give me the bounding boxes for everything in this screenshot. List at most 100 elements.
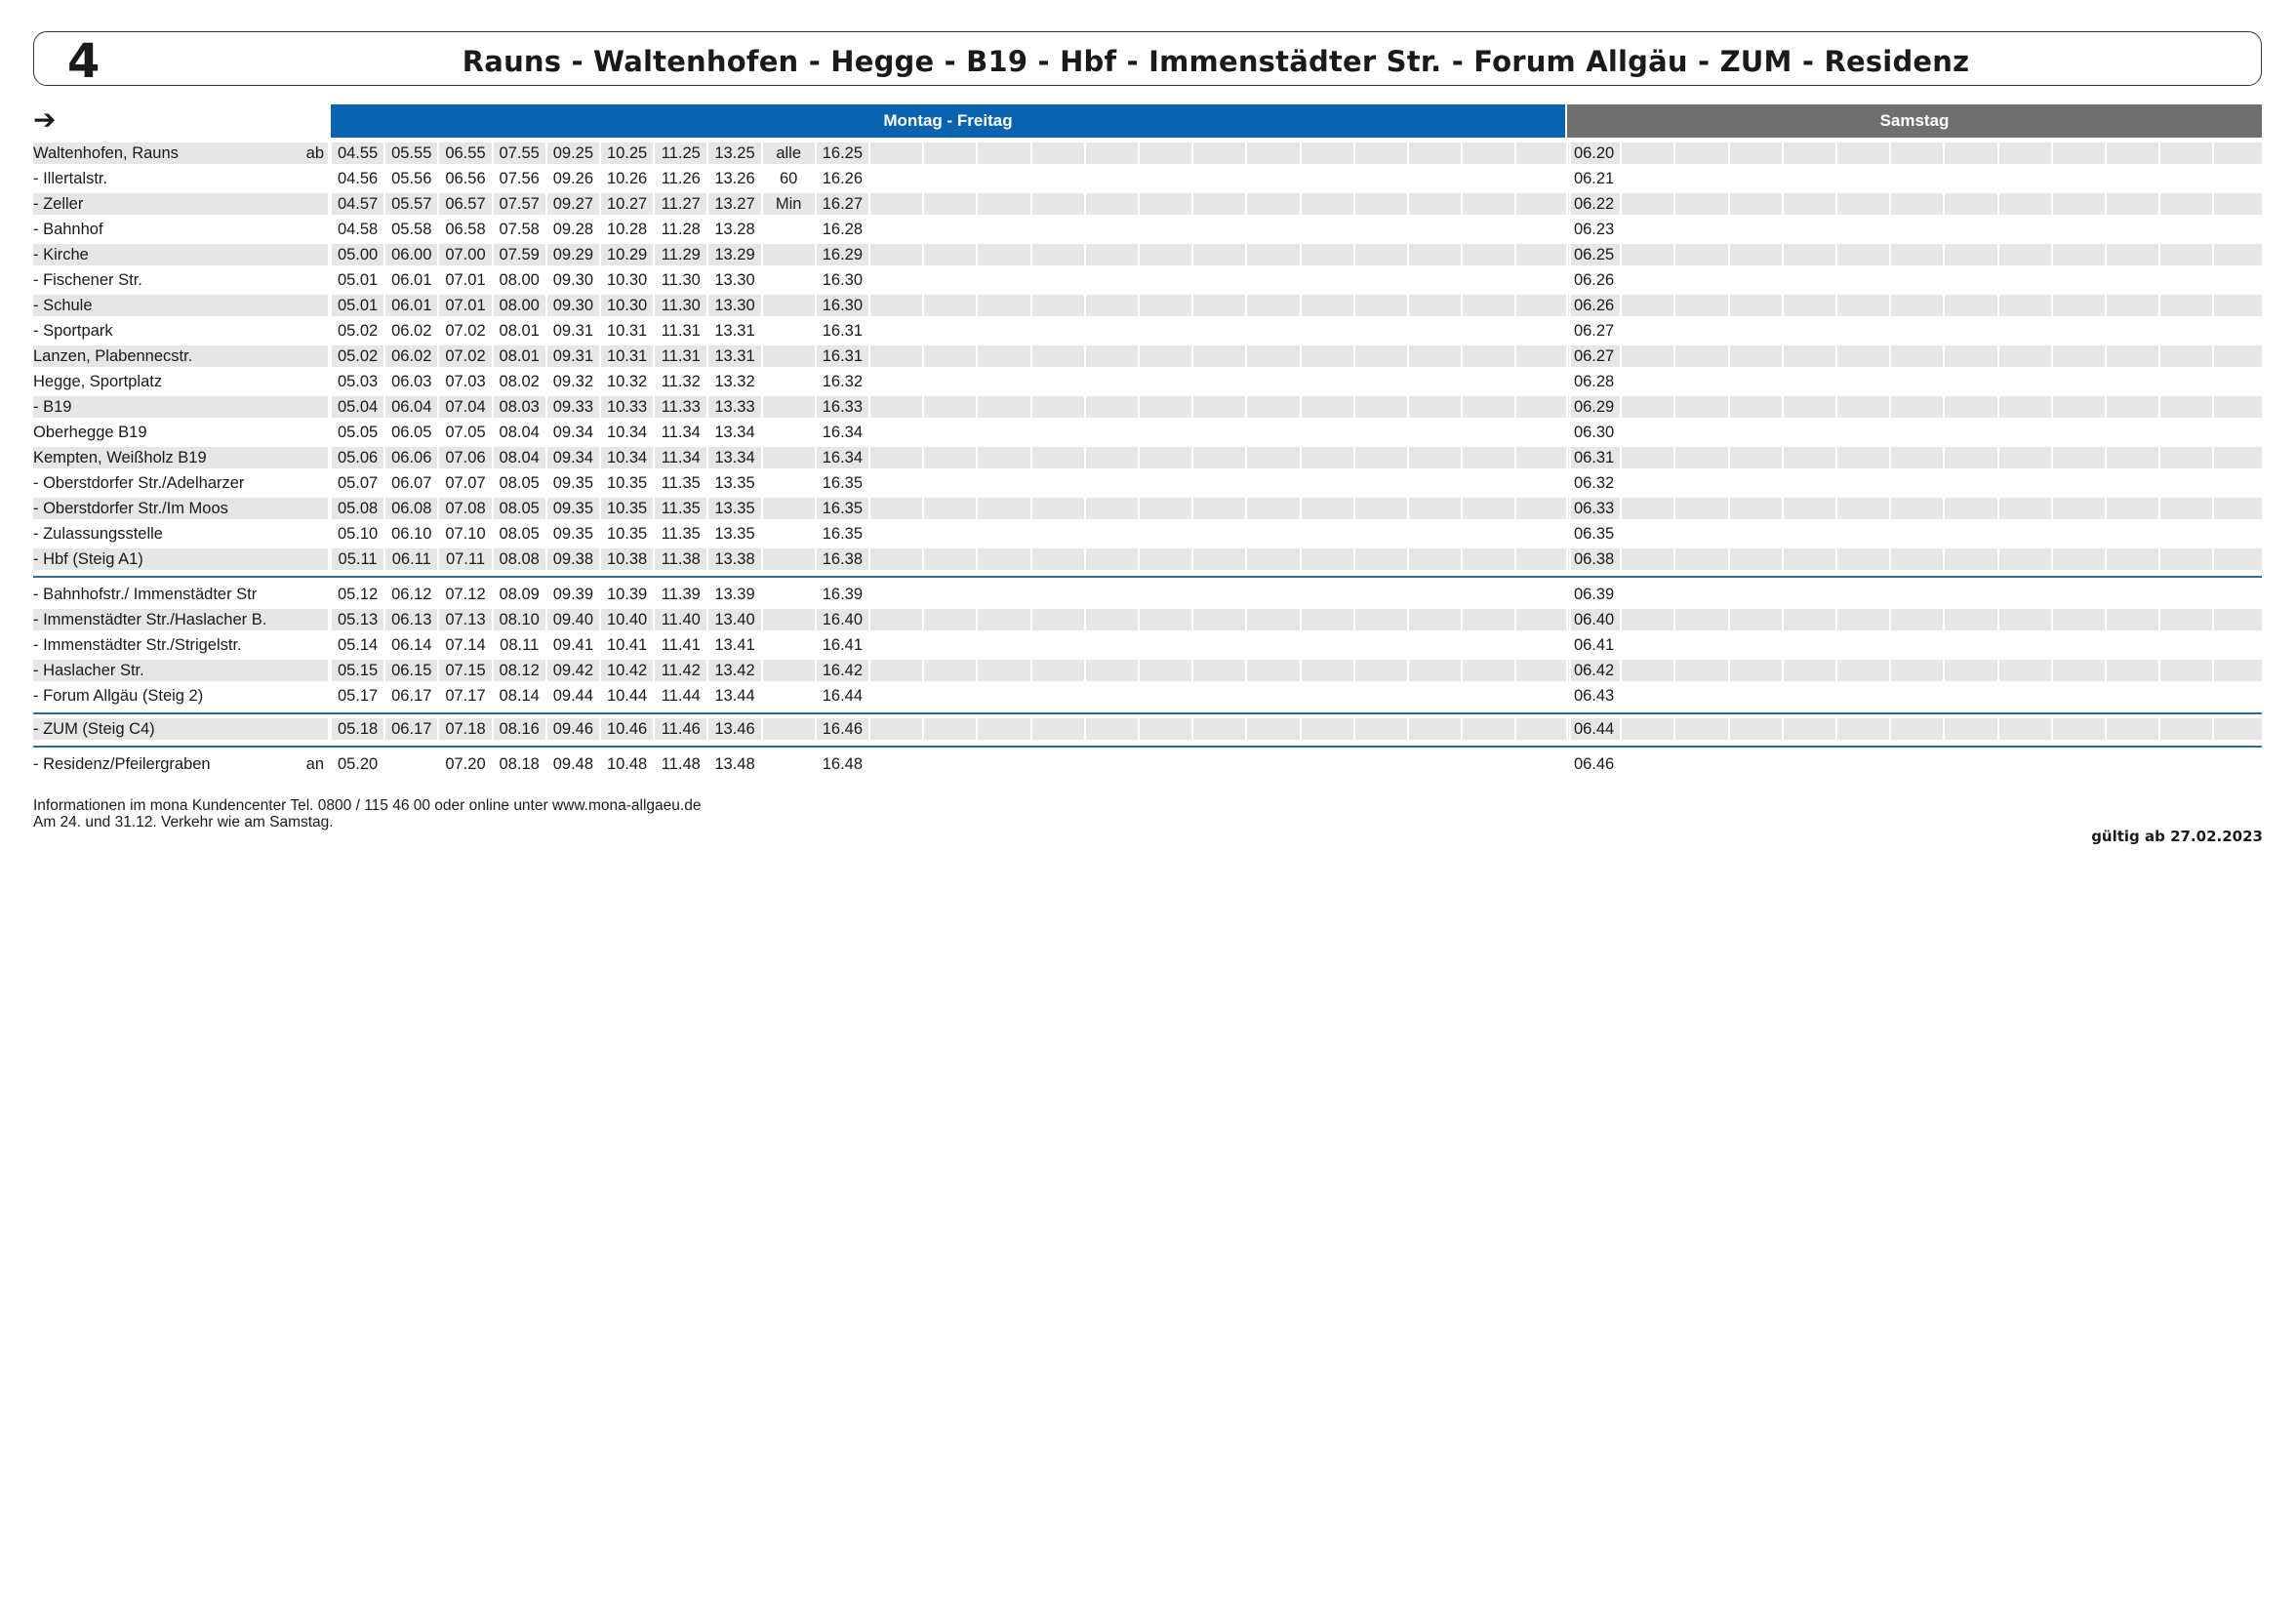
weekday-time: 05.05: [337, 424, 379, 441]
weekday-time: 08.02: [499, 373, 540, 390]
column-separator: [1889, 396, 1892, 418]
weekday-time: 13.46: [714, 720, 755, 738]
weekday-time: 10.44: [606, 687, 648, 705]
weekday-time: 09.30: [552, 271, 594, 289]
weekday-time: 09.31: [552, 322, 594, 340]
column-separator: [1996, 142, 1999, 164]
weekday-time: 06.07: [391, 474, 432, 492]
weekday-time: 08.12: [499, 662, 540, 679]
column-separator: [1514, 718, 1517, 740]
weekday-time: 08.10: [499, 611, 540, 628]
column-separator: [2212, 193, 2215, 215]
weekday-time: 13.35: [714, 474, 755, 492]
column-separator: [2158, 142, 2161, 164]
column-separator: [1673, 244, 1676, 265]
column-separator: [1352, 609, 1355, 630]
column-separator: [1138, 345, 1140, 367]
weekday-time: 10.33: [606, 398, 648, 416]
saturday-time: 06.35: [1573, 525, 1615, 543]
weekday-time: 07.11: [445, 550, 486, 568]
column-separator: [1299, 193, 1302, 215]
column-separator: [2266, 396, 2269, 418]
weekday-time: 06.03: [391, 373, 432, 390]
stop-name: Lanzen, Plabennecstr.: [33, 347, 193, 365]
column-separator: [1889, 142, 1892, 164]
column-separator: [1029, 396, 1032, 418]
weekday-time: 08.08: [499, 550, 540, 568]
column-separator: [2050, 142, 2053, 164]
column-separator: [1352, 718, 1355, 740]
weekday-time: 11.32: [661, 373, 701, 390]
weekday-time: 60: [780, 170, 798, 187]
column-separator: [1299, 345, 1302, 367]
stop-name: Waltenhofen, Rauns: [33, 144, 179, 162]
column-separator: [2050, 244, 2053, 265]
weekday-time: 13.40: [714, 611, 755, 628]
column-separator: [1673, 609, 1676, 630]
weekday-time: 08.05: [499, 474, 540, 492]
weekday-time: 06.55: [445, 144, 486, 162]
stop-name: - Forum Allgäu (Steig 2): [33, 687, 204, 705]
column-separator: [1191, 548, 1194, 570]
weekday-time: 11.33: [661, 398, 701, 416]
column-separator: [1996, 244, 1999, 265]
weekday-time: 08.01: [499, 347, 540, 365]
weekday-time: 05.02: [337, 322, 379, 340]
column-separator: [1943, 660, 1946, 681]
weekday-time: 11.38: [661, 550, 701, 568]
weekday-time: 10.34: [606, 424, 648, 441]
stop-name: - Immenstädter Str./Haslacher B.: [33, 611, 267, 628]
weekday-time: 13.25: [714, 144, 755, 162]
weekday-time: 09.28: [552, 221, 594, 238]
column-separator: [2105, 295, 2107, 316]
weekday-time: 06.17: [391, 687, 432, 705]
weekday-time: 09.26: [552, 170, 594, 187]
column-separator: [1943, 609, 1946, 630]
weekday-time: 11.31: [661, 322, 701, 340]
column-separator: [1514, 345, 1517, 367]
weekday-time: 07.02: [445, 347, 486, 365]
stop-name: Oberhegge B19: [33, 424, 147, 441]
column-separator: [2050, 396, 2053, 418]
column-separator: [1835, 718, 1837, 740]
weekday-time: 09.30: [552, 297, 594, 314]
weekday-time: 10.40: [606, 611, 648, 628]
column-separator: [1727, 295, 1730, 316]
weekday-time: 05.15: [337, 662, 379, 679]
weekday-time: 11.48: [661, 755, 701, 773]
weekday-time: 07.00: [445, 246, 486, 263]
column-separator: [1943, 396, 1946, 418]
column-separator: [1245, 498, 1248, 519]
column-separator: [1299, 447, 1302, 468]
saturday-time: 06.22: [1573, 195, 1615, 213]
column-separator: [2050, 345, 2053, 367]
column-separator: [2105, 142, 2107, 164]
column-separator: [1245, 548, 1248, 570]
weekday-time: 11.30: [661, 297, 701, 314]
column-separator: [1461, 447, 1464, 468]
column-separator: [1407, 142, 1409, 164]
column-separator: [2212, 498, 2215, 519]
saturday-time: 06.42: [1573, 662, 1615, 679]
weekday-time: 05.14: [337, 636, 379, 654]
column-separator: [1245, 396, 1248, 418]
weekday-time: 07.13: [445, 611, 486, 628]
stop-name: - Bahnhofstr./ Immenstädter Str: [33, 586, 258, 603]
stop-name: - Oberstdorfer Str./Adelharzer: [33, 474, 245, 492]
column-separator: [1083, 548, 1086, 570]
column-separator: [2212, 447, 2215, 468]
saturday-time: 06.44: [1573, 720, 1615, 738]
weekday-time: 07.15: [445, 662, 486, 679]
weekday-time: 16.42: [822, 662, 864, 679]
weekday-time: 08.03: [499, 398, 540, 416]
weekday-time: 16.29: [822, 246, 864, 263]
column-separator: [1943, 498, 1946, 519]
column-separator: [2158, 660, 2161, 681]
column-separator: [1407, 718, 1409, 740]
column-separator: [1889, 609, 1892, 630]
weekday-time: 11.25: [661, 144, 701, 162]
saturday-time: 06.46: [1573, 755, 1615, 773]
weekday-time: 10.35: [606, 500, 648, 517]
column-separator: [1029, 345, 1032, 367]
column-separator: [1138, 142, 1140, 164]
